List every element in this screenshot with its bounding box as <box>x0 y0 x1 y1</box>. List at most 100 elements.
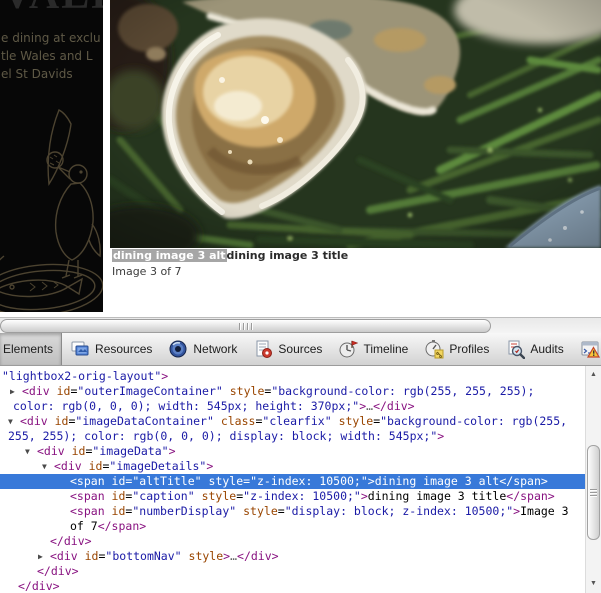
dom-token-val: "background-color: rgb(255, 255, 255); <box>271 384 534 398</box>
dom-token-tag: </span> <box>98 519 146 533</box>
dom-token-tag: > <box>206 459 213 473</box>
dom-token-tag: </div> <box>50 534 92 548</box>
dom-tree-row[interactable]: ▶<div id="outerImageContainer" style="ba… <box>0 384 585 399</box>
image-counter: Image 3 of 7 <box>112 265 182 278</box>
dom-token-tag: </div> <box>237 549 279 563</box>
dom-token-tag: > <box>437 429 444 443</box>
hscrollbar-grip <box>239 323 253 330</box>
dom-token-attr: style <box>236 504 278 518</box>
collapsed-arrow-icon[interactable]: ▶ <box>38 549 43 564</box>
site-tagline: e dining at exclu tle Wales and L el St … <box>1 29 101 83</box>
tab-label: Elements <box>3 342 53 356</box>
dom-token-tag: </div> <box>37 564 79 578</box>
collapsed-arrow-icon[interactable]: ▶ <box>10 384 15 399</box>
lightbox-photo[interactable] <box>110 0 601 248</box>
dom-token-attr: style <box>202 474 244 488</box>
dom-token-tag: <div <box>50 549 78 563</box>
dom-tree-row[interactable]: </div> <box>0 579 585 593</box>
site-brand-text: VALE <box>2 0 103 19</box>
vscrollbar-grip <box>590 489 597 497</box>
dom-token-attr: id <box>82 459 103 473</box>
dom-token-tag: > <box>361 489 368 503</box>
dom-token-tag: </div> <box>373 399 415 413</box>
dom-token-val: "background-color: rgb(255, <box>380 414 567 428</box>
tagline-line: e dining at exclu <box>1 29 101 47</box>
dom-token-val: "display: block; z-index: 10500;" <box>285 504 513 518</box>
vertical-scrollbar[interactable]: ▲ ▼ <box>585 366 601 593</box>
tab-profiles[interactable]: Profiles <box>416 333 497 365</box>
dom-token-txt: dining image 3 title <box>368 489 506 503</box>
vscrollbar-thumb[interactable] <box>587 445 600 540</box>
tab-timeline[interactable]: Timeline <box>330 333 416 365</box>
horizontal-scrollbar[interactable] <box>0 317 601 333</box>
dom-token-val: "lightbox2-orig-layout" <box>2 369 161 383</box>
dom-token-tag: <span <box>70 474 105 488</box>
dom-tree-row[interactable]: <span id="caption" style="z-index: 10500… <box>0 489 585 504</box>
dom-tree-row[interactable]: "lightbox2-orig-layout"> <box>0 369 585 384</box>
tab-elements[interactable]: Elements <box>0 333 62 365</box>
tab-label: Audits <box>530 342 563 356</box>
dom-tree-row[interactable]: <span id="altTitle" style="z-index: 1050… <box>0 474 585 489</box>
timeline-icon <box>338 339 358 359</box>
dom-token-attr: id <box>50 384 71 398</box>
dom-token-val: "imageData" <box>92 444 168 458</box>
dom-token-attr: id <box>105 504 126 518</box>
dom-token-val: "imageDetails" <box>109 459 206 473</box>
dom-token-attr: id <box>78 549 99 563</box>
tab-network[interactable]: Network <box>160 333 245 365</box>
dom-token-val: "clearfix" <box>262 414 331 428</box>
dom-token-val: color: rgb(0, 0, 0); width: 545px; heigh… <box>13 399 359 413</box>
tab-console[interactable]: Console <box>572 333 601 365</box>
dom-tree-row[interactable]: ▼<div id="imageData"> <box>0 444 585 459</box>
caption-title-text: dining image 3 title <box>227 249 349 262</box>
profiles-icon <box>424 339 444 359</box>
tab-sources[interactable]: Sources <box>245 333 330 365</box>
scroll-up-button[interactable]: ▲ <box>586 368 601 382</box>
dom-tree-row[interactable]: 255, 255); color: rgb(0, 0, 0); display:… <box>0 429 585 444</box>
dom-token-tag: > <box>161 369 168 383</box>
dom-token-tag: </span> <box>506 489 554 503</box>
expanded-arrow-icon[interactable]: ▼ <box>42 459 47 474</box>
tab-label: Resources <box>95 342 152 356</box>
dom-token-attr: style <box>223 384 265 398</box>
lightbox-caption: dining image 3 altdining image 3 title <box>112 249 348 262</box>
dom-token-txt: dining image 3 alt <box>375 474 500 488</box>
dom-tree-row[interactable]: ▶<div id="bottomNav" style>…</div> <box>0 549 585 564</box>
dom-token-txt: = <box>278 504 285 518</box>
dom-token-val: "outerImageContainer" <box>77 384 222 398</box>
dom-tree-row[interactable]: of 7</span> <box>0 519 585 534</box>
expanded-arrow-icon[interactable]: ▼ <box>25 444 30 459</box>
tab-audits[interactable]: Audits <box>497 333 571 365</box>
dom-tree-row[interactable]: <span id="numberDisplay" style="display:… <box>0 504 585 519</box>
dom-token-tag: </span> <box>499 474 547 488</box>
dom-tree-row[interactable]: color: rgb(0, 0, 0); width: 545px; heigh… <box>0 399 585 414</box>
audits-icon <box>505 339 525 359</box>
devtools-toolbar: Elements Resources Network <box>0 333 601 366</box>
scroll-down-button[interactable]: ▼ <box>586 577 601 591</box>
caption-alt-text: dining image 3 alt <box>112 249 227 262</box>
dom-tree-row[interactable]: </div> <box>0 534 585 549</box>
dom-token-val: "z-index: 10500;" <box>250 474 368 488</box>
dom-tree-row[interactable]: ▼<div id="imageDataContainer" class="cle… <box>0 414 585 429</box>
dom-token-txt: Image 3 <box>520 504 568 518</box>
dom-token-tag: > <box>368 474 375 488</box>
dom-tree-row[interactable]: ▼<div id="imageDetails"> <box>0 459 585 474</box>
dom-token-tag: <span <box>70 504 105 518</box>
tab-label: Sources <box>278 342 322 356</box>
dom-token-tag: <span <box>70 489 105 503</box>
tab-label: Profiles <box>449 342 489 356</box>
resources-icon <box>70 339 90 359</box>
dom-token-val: "imageDataContainer" <box>75 414 213 428</box>
tab-label: Timeline <box>363 342 408 356</box>
tab-resources[interactable]: Resources <box>62 333 160 365</box>
expanded-arrow-icon[interactable]: ▼ <box>8 414 13 429</box>
dom-token-attr: style <box>332 414 374 428</box>
dom-token-attr: class <box>214 414 256 428</box>
dom-tree-row[interactable]: </div> <box>0 564 585 579</box>
dom-token-tag: <div <box>20 414 48 428</box>
sources-icon <box>253 339 273 359</box>
hscrollbar-thumb[interactable] <box>0 319 491 333</box>
tab-label: Network <box>193 342 237 356</box>
dom-tree[interactable]: "lightbox2-orig-layout">▶<div id="outerI… <box>0 366 585 593</box>
dom-token-attr: id <box>48 414 69 428</box>
